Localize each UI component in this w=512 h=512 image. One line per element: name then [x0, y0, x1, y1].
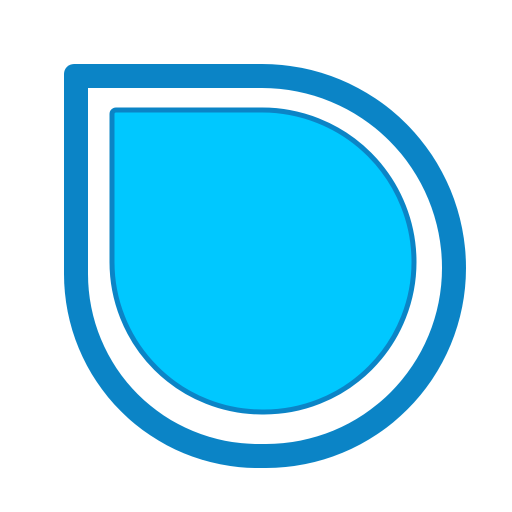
app-icon-canvas: [0, 0, 512, 512]
water-drop-logo-icon: [64, 64, 466, 468]
inner-drop-shape: [109, 107, 417, 415]
